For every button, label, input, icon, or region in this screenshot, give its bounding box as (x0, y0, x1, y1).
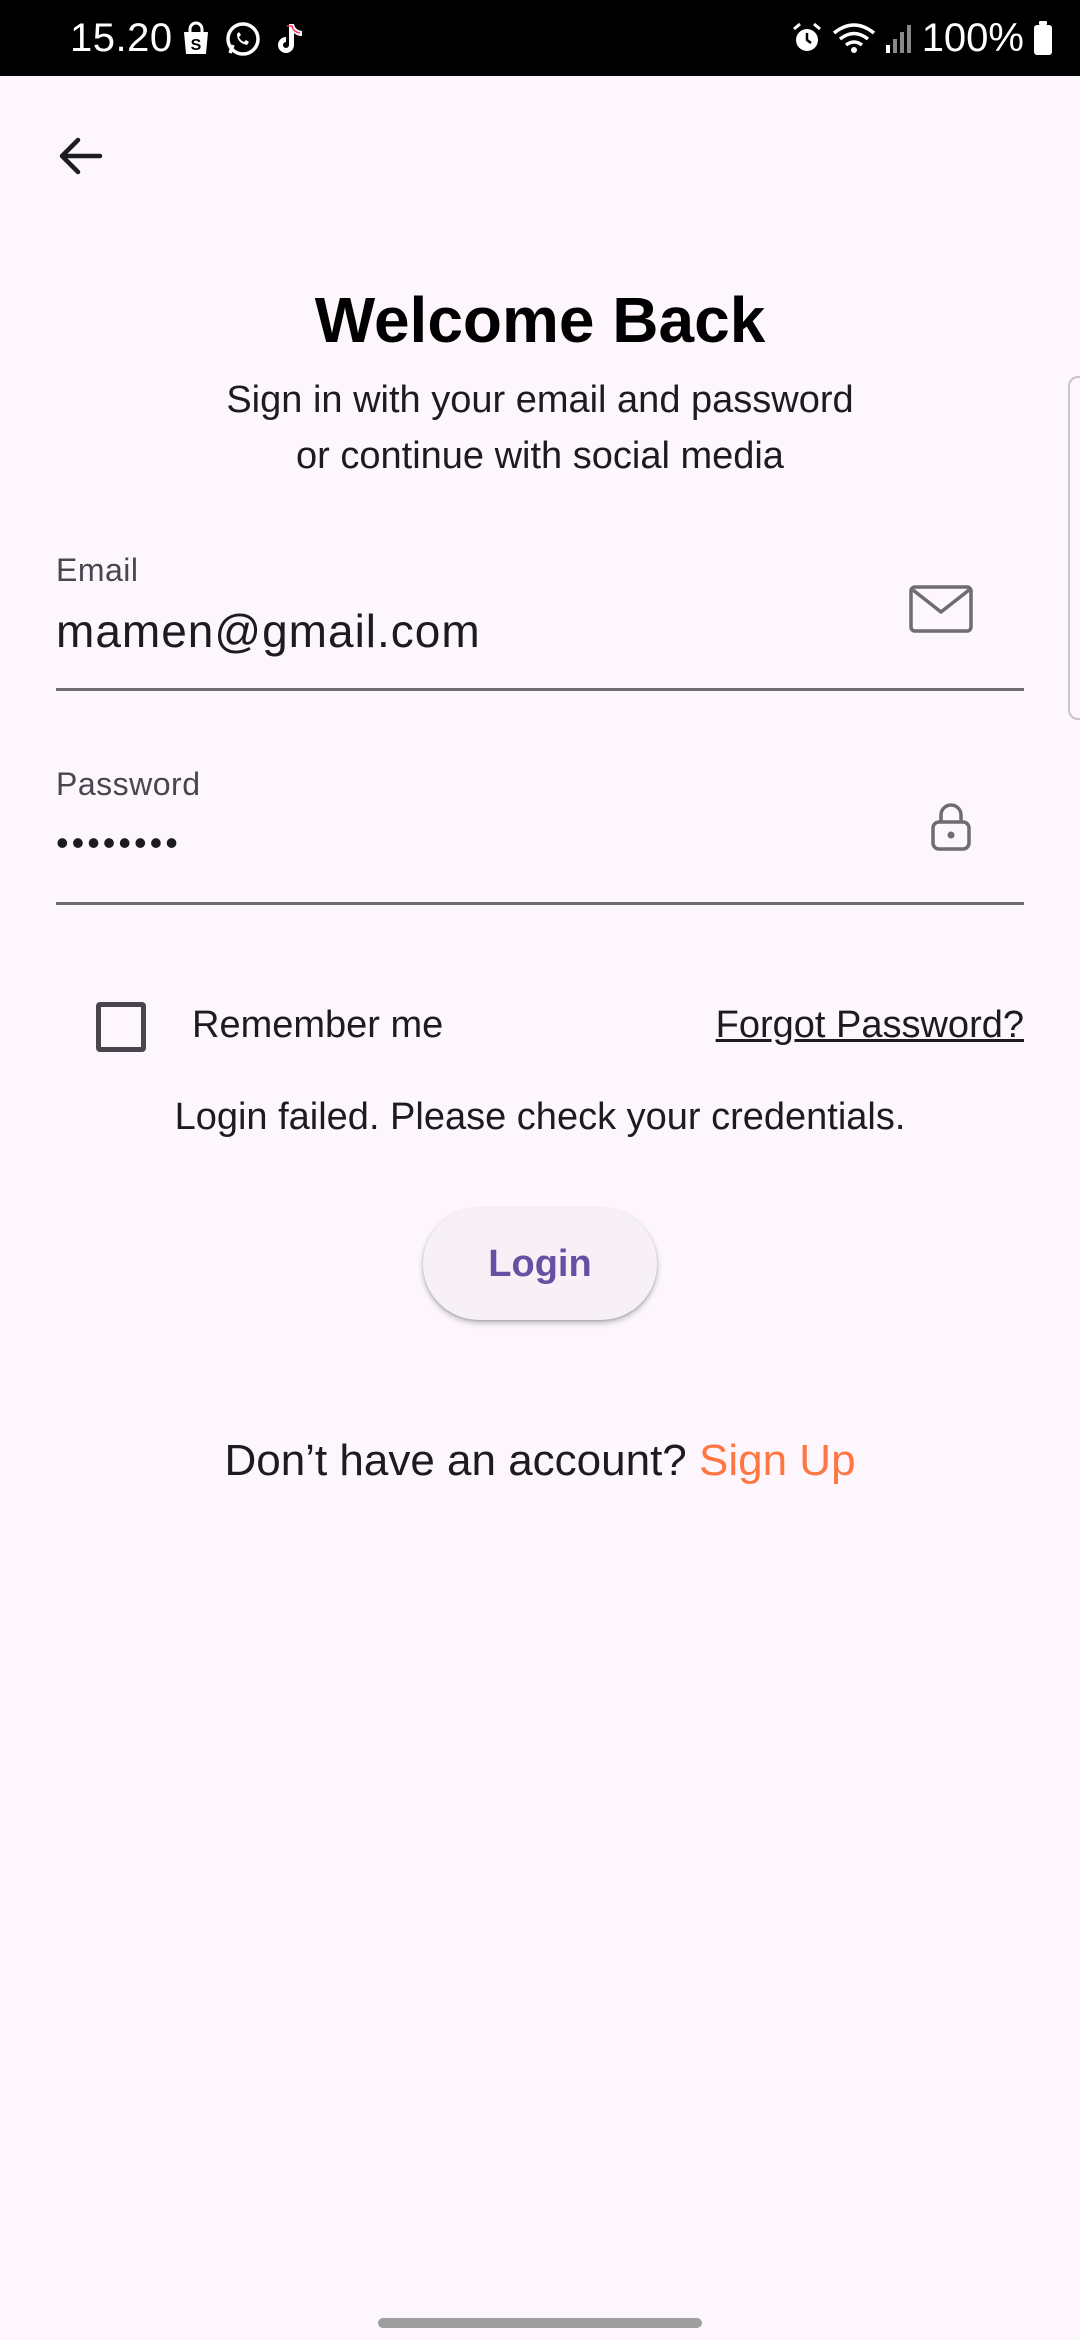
page-title: Welcome Back (314, 284, 766, 356)
password-label: Password (56, 766, 201, 802)
shopping-bag-icon: S (178, 21, 214, 57)
status-bar: 15.20 S 100% (0, 0, 1080, 76)
gesture-navigation-bar[interactable] (378, 2318, 702, 2328)
page-subtitle: Sign in with your email and password or … (0, 372, 1080, 484)
arrow-left-icon (59, 137, 103, 175)
signup-row: Don’t have an account? Sign Up (0, 1436, 1080, 1486)
email-input-value[interactable]: mamen@gmail.com (56, 604, 481, 658)
signal-icon (884, 21, 914, 55)
signup-prompt: Don’t have an account? (224, 1436, 699, 1485)
header: Welcome Back Sign in with your email and… (0, 280, 1080, 484)
options-row: Remember me Forgot Password? (96, 1000, 1024, 1060)
svg-text:S: S (191, 37, 202, 54)
edge-panel-handle[interactable] (1068, 376, 1080, 720)
notification-icons: S (178, 20, 308, 58)
signup-link[interactable]: Sign Up (699, 1436, 856, 1485)
password-field[interactable]: Password •••••••• (56, 762, 1024, 905)
tiktok-icon (272, 20, 308, 58)
email-field[interactable]: Email mamen@gmail.com (56, 548, 1024, 691)
remember-me-label[interactable]: Remember me (192, 1004, 443, 1047)
login-button[interactable]: Login (423, 1208, 657, 1320)
battery-icon (1032, 20, 1054, 56)
battery-percentage: 100% (921, 16, 1024, 60)
subtitle-line-1: Sign in with your email and password (226, 379, 854, 421)
forgot-password-link[interactable]: Forgot Password? (716, 1004, 1024, 1047)
wifi-icon (832, 21, 876, 55)
login-error-message: Login failed. Please check your credenti… (174, 1096, 906, 1138)
mail-icon (908, 584, 974, 634)
whatsapp-icon (224, 20, 262, 58)
remember-me-checkbox[interactable] (96, 1002, 146, 1052)
system-icons: 100% (790, 14, 1054, 62)
lock-icon (930, 802, 972, 852)
subtitle-line-2: or continue with social media (296, 435, 784, 477)
status-time: 15.20 (70, 16, 173, 60)
email-label: Email (56, 552, 139, 588)
password-input-value[interactable]: •••••••• (56, 822, 181, 864)
back-button[interactable] (44, 120, 116, 192)
alarm-icon (790, 21, 824, 55)
